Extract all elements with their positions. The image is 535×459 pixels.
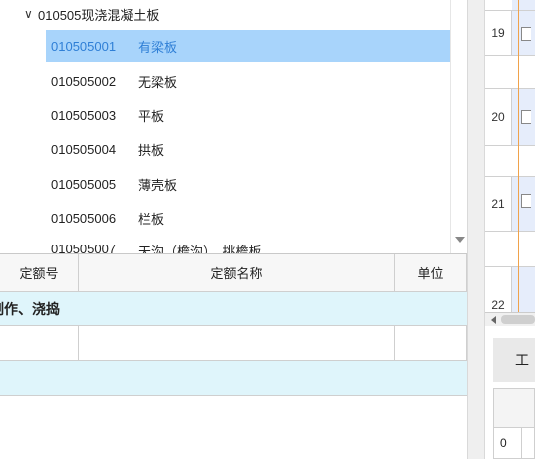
item-name: 薄壳板 bbox=[138, 177, 178, 193]
grid-cell[interactable] bbox=[512, 232, 535, 266]
item-name: 平板 bbox=[138, 108, 165, 124]
cell-divider bbox=[521, 428, 522, 459]
quota-group-row[interactable]: 制作、浇捣 bbox=[0, 292, 467, 326]
grid-cell[interactable] bbox=[512, 56, 535, 88]
row-number[interactable]: 21 bbox=[485, 177, 512, 231]
row-number[interactable]: 20 bbox=[485, 89, 512, 145]
item-code: 010505006 bbox=[51, 210, 117, 226]
tree-vertical-scrollbar[interactable] bbox=[450, 0, 467, 253]
tab-bottom[interactable]: 工 bbox=[493, 338, 535, 382]
item-code: 010505003 bbox=[51, 107, 117, 123]
item-code: 010505004 bbox=[51, 141, 117, 157]
cell-unit[interactable] bbox=[395, 326, 467, 360]
tree-item[interactable]: 010505001 有梁板 bbox=[46, 30, 450, 62]
item-code: 010505001 bbox=[51, 38, 117, 54]
grid-cell[interactable] bbox=[512, 146, 535, 176]
quota-grid: 定额号 定额名称 单位 制作、浇捣 bbox=[0, 253, 467, 459]
tree-root-label: 010505现浇混凝土板 bbox=[38, 7, 160, 23]
item-code: 010505005 bbox=[51, 176, 117, 192]
group-row-label: 制作、浇捣 bbox=[0, 300, 60, 317]
grid-cell[interactable] bbox=[512, 267, 535, 312]
row-index: 0 bbox=[500, 436, 507, 450]
tree-item[interactable]: 010505005 薄壳板 bbox=[46, 168, 450, 200]
item-code: 010505007 bbox=[51, 245, 117, 253]
guide-line bbox=[518, 0, 519, 312]
row-number[interactable]: 22 bbox=[485, 267, 512, 312]
tree-item[interactable]: 010505004 拱板 bbox=[46, 133, 450, 165]
tree-item[interactable]: 010505003 平板 bbox=[46, 99, 450, 131]
tree-item[interactable]: 010505006 栏板 bbox=[46, 202, 450, 234]
tree-item[interactable]: 010505002 无梁板 bbox=[46, 65, 450, 97]
chevron-down-icon[interactable]: ∨ bbox=[24, 7, 38, 21]
tree-item[interactable]: 010505007 天沟（檐沟）、挑檐板 bbox=[46, 245, 450, 253]
cell-code[interactable] bbox=[0, 326, 79, 360]
panel-splitter[interactable] bbox=[467, 0, 485, 459]
expand-box-icon[interactable] bbox=[521, 194, 531, 208]
item-name: 无梁板 bbox=[138, 74, 178, 90]
row-number[interactable]: 19 bbox=[485, 11, 512, 55]
tab-label: 工 bbox=[515, 352, 529, 368]
item-name: 栏板 bbox=[138, 211, 165, 227]
expand-box-icon[interactable] bbox=[521, 27, 531, 41]
header-code[interactable]: 定额号 bbox=[0, 254, 79, 291]
item-name: 拱板 bbox=[138, 142, 165, 158]
expand-box-icon[interactable] bbox=[521, 110, 531, 124]
mini-grid-header bbox=[493, 388, 535, 428]
item-name: 有梁板 bbox=[138, 39, 178, 55]
item-name: 天沟（檐沟）、挑檐板 bbox=[138, 245, 262, 253]
grid-cell[interactable] bbox=[512, 0, 535, 10]
table-row[interactable] bbox=[0, 361, 467, 396]
scroll-left-arrow-icon[interactable] bbox=[491, 316, 496, 324]
item-code: 010505002 bbox=[51, 73, 117, 89]
quota-grid-header: 定额号 定额名称 单位 bbox=[0, 254, 467, 292]
list-tree-panel: ∨ 010505现浇混凝土板 010505001 有梁板 010505002 无… bbox=[0, 0, 467, 253]
scroll-thumb[interactable] bbox=[501, 315, 535, 324]
header-name[interactable]: 定额名称 bbox=[79, 254, 395, 291]
table-row[interactable]: 0 bbox=[493, 428, 535, 459]
scroll-down-arrow-icon[interactable] bbox=[455, 237, 465, 243]
header-unit[interactable]: 单位 bbox=[395, 254, 467, 291]
tree-root-node[interactable]: ∨ 010505现浇混凝土板 bbox=[0, 0, 159, 28]
right-grid-panel: 19 20 21 22 工 0 bbox=[485, 0, 535, 459]
cell-name[interactable] bbox=[79, 326, 395, 360]
horizontal-scrollbar[interactable] bbox=[485, 312, 535, 326]
table-row[interactable] bbox=[0, 326, 467, 361]
